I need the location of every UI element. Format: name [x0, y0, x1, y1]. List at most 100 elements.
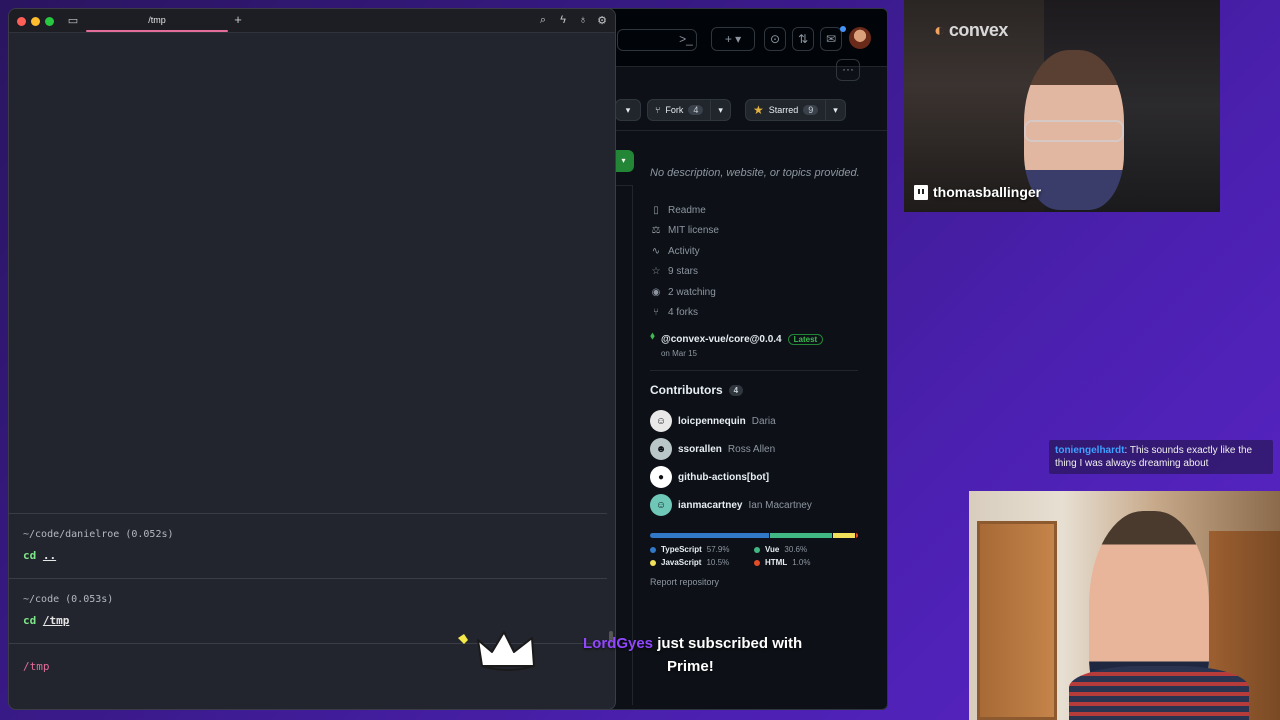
language-item[interactable]: Vue 30.6% — [754, 545, 858, 554]
divider — [825, 99, 827, 121]
language-dot — [650, 559, 656, 566]
latest-badge: Latest — [787, 334, 824, 345]
command: cd — [23, 549, 37, 562]
language-name: JavaScript — [661, 558, 702, 567]
create-new-button[interactable]: + ▾ — [711, 27, 755, 51]
language-item[interactable]: JavaScript 10.5% — [650, 558, 754, 567]
prompt-path: ~/code (0.053s) — [23, 594, 114, 605]
language-pct: 1.0% — [792, 558, 811, 567]
release[interactable]: ⬧ @convex-vue/core@0.0.4 Latest on Mar 15 — [650, 329, 865, 358]
webcam-thomasballinger: ◐ convex thomasballinger — [904, 0, 1220, 212]
search-icon[interactable]: ⌕ — [536, 14, 550, 27]
starred-label: Starred — [768, 105, 799, 115]
more-options-button[interactable]: ··· — [836, 59, 860, 81]
fork-count: 4 — [688, 105, 704, 115]
command-line[interactable]: cd .. — [23, 549, 56, 562]
avatar[interactable]: ☺ — [650, 410, 672, 432]
eye-icon: ◉ — [651, 286, 661, 298]
zoom-button[interactable] — [45, 17, 54, 26]
contributor-name: Ian Macartney — [748, 499, 812, 511]
subscription-alert: LordGyes just subscribed with Prime! — [583, 632, 823, 678]
language-bar-segment — [769, 533, 833, 538]
contributors-heading[interactable]: Contributors 4 — [650, 383, 865, 397]
report-repository-link[interactable]: Report repository — [650, 577, 865, 587]
tab-tmp[interactable]: /tmp — [86, 9, 228, 33]
chevron-down-icon[interactable]: ▾ — [833, 105, 838, 116]
bulb-icon[interactable]: ♁ — [576, 14, 590, 26]
language-bar-segment — [855, 533, 858, 538]
language-list: TypeScript 57.9% Vue 30.6% JavaScript 10.5%… — [650, 545, 865, 567]
notification-dot — [840, 26, 846, 32]
minimize-button[interactable] — [31, 17, 40, 26]
contributor-login[interactable]: ianmacartney — [678, 500, 742, 511]
avatar[interactable] — [849, 27, 871, 49]
issues-icon[interactable]: ⊙ — [764, 27, 786, 51]
current-path[interactable]: /tmp — [23, 660, 50, 673]
divider — [710, 99, 712, 121]
contributor-login[interactable]: ssorallen — [678, 444, 722, 455]
contributor-row[interactable]: ● github-actions[bot] — [650, 463, 865, 491]
convex-logo-text: convex — [948, 20, 1009, 40]
fork-button[interactable]: ⑂ Fork 4 ▾ — [647, 99, 731, 121]
block-divider — [9, 513, 607, 514]
contributor-row[interactable]: ☺ loicpennequin Daria — [650, 407, 865, 435]
meta-label: MIT license — [668, 225, 719, 237]
language-bar-segment — [650, 533, 769, 538]
contributor-login[interactable]: loicpennequin — [678, 416, 746, 427]
watching-link[interactable]: ◉ 2 watching — [650, 282, 865, 303]
avatar[interactable]: ☺ — [650, 494, 672, 516]
alert-text-line2: Prime! — [667, 658, 714, 675]
chevron-down-icon[interactable]: ▾ — [718, 105, 723, 116]
pull-requests-icon[interactable]: ⇅ — [792, 27, 814, 51]
contributor-login[interactable]: github-actions[bot] — [678, 472, 769, 483]
lightning-icon[interactable]: ϟ — [556, 14, 570, 26]
readme-link[interactable]: ▯ Readme — [650, 200, 865, 221]
meta-label: Readme — [668, 204, 706, 216]
command-arg[interactable]: /tmp — [43, 614, 70, 627]
language-item[interactable]: TypeScript 57.9% — [650, 545, 754, 554]
license-link[interactable]: ⚖ MIT license — [650, 221, 865, 242]
language-pct: 30.6% — [784, 545, 808, 554]
prompt-path: ~/code/danielroe (0.052s) — [23, 529, 174, 540]
contributor-row[interactable]: ☻ ssorallen Ross Allen — [650, 435, 865, 463]
tag-icon: ⬧ — [650, 330, 655, 342]
star-icon: ★ — [753, 103, 764, 117]
book-icon[interactable]: ▭ — [66, 14, 80, 27]
streamer-name: thomasballinger — [933, 184, 1042, 200]
activity-link[interactable]: ∿ Activity — [650, 241, 865, 262]
terminal-icon[interactable]: >_ — [675, 27, 697, 51]
language-name: Vue — [765, 545, 780, 554]
twitch-icon — [914, 184, 928, 200]
release-name[interactable]: @convex-vue/core@0.0.4 — [661, 334, 782, 345]
code-button[interactable]: ▾ — [613, 150, 634, 172]
inbox-icon[interactable]: ✉ — [820, 27, 842, 51]
language-item[interactable]: HTML 1.0% — [754, 558, 858, 567]
active-tab-indicator — [86, 30, 228, 32]
command-line[interactable]: cd /tmp — [23, 614, 69, 627]
contributor-row[interactable]: ☺ ianmacartney Ian Macartney — [650, 491, 865, 519]
block-divider — [9, 578, 607, 579]
stars-link[interactable]: ☆ 9 stars — [650, 262, 865, 283]
github-icon[interactable]: ● — [650, 466, 672, 488]
about-sidebar: No description, website, or topics provi… — [650, 165, 865, 587]
plus-icon[interactable]: + — [231, 12, 245, 27]
book-icon: ▯ — [653, 204, 659, 216]
divider — [650, 370, 858, 371]
gear-icon[interactable]: ⚙ — [595, 14, 609, 27]
star-icon: ☆ — [651, 266, 661, 278]
forks-link[interactable]: ⑂ 4 forks — [650, 303, 865, 324]
close-button[interactable] — [17, 17, 26, 26]
meta-label: 9 stars — [668, 266, 699, 278]
starred-button[interactable]: ★ Starred 9 ▾ — [745, 99, 846, 121]
striped-shirt — [1069, 666, 1249, 720]
command-arg[interactable]: .. — [43, 549, 56, 562]
avatar[interactable]: ☻ — [650, 438, 672, 460]
background-door — [977, 521, 1057, 720]
fork-icon: ⑂ — [653, 307, 659, 319]
language-bar-segment — [833, 533, 855, 538]
chat-user: toniengelhardt — [1055, 445, 1125, 456]
language-dot — [650, 546, 656, 553]
command: cd — [23, 614, 37, 627]
watch-dropdown-button[interactable]: ▾ — [615, 99, 641, 121]
language-name: TypeScript — [661, 545, 702, 554]
